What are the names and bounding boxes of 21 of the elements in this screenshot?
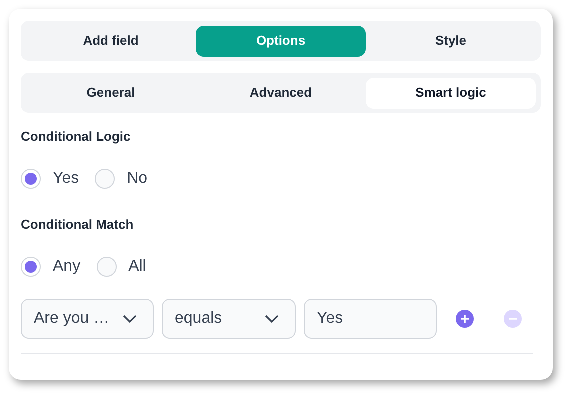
dropdown[interactable]: Are you … xyxy=(21,299,154,339)
tab[interactable]: Smart logic xyxy=(366,78,536,108)
chevron-down-icon xyxy=(123,315,137,323)
section-label: Conditional Logic xyxy=(21,129,132,145)
radio-label: All xyxy=(128,257,146,277)
tab[interactable]: Style xyxy=(366,26,536,56)
radio-label: Any xyxy=(53,257,81,277)
dropdown[interactable]: equals xyxy=(162,299,296,339)
radio-button[interactable] xyxy=(95,169,116,189)
radio-button[interactable] xyxy=(21,257,41,277)
value-input[interactable]: Yes xyxy=(304,299,437,339)
section-label: Conditional Match xyxy=(21,217,135,233)
tab[interactable]: General xyxy=(26,78,196,108)
tab[interactable]: Advanced xyxy=(196,78,366,108)
radio-label: No xyxy=(127,169,148,189)
tab[interactable]: Add field xyxy=(26,26,196,56)
chevron-down-icon xyxy=(265,315,279,323)
radio-button[interactable] xyxy=(21,169,41,189)
add-button[interactable] xyxy=(456,310,474,328)
radio-label: Yes xyxy=(53,169,80,189)
radio-button[interactable] xyxy=(96,257,117,277)
